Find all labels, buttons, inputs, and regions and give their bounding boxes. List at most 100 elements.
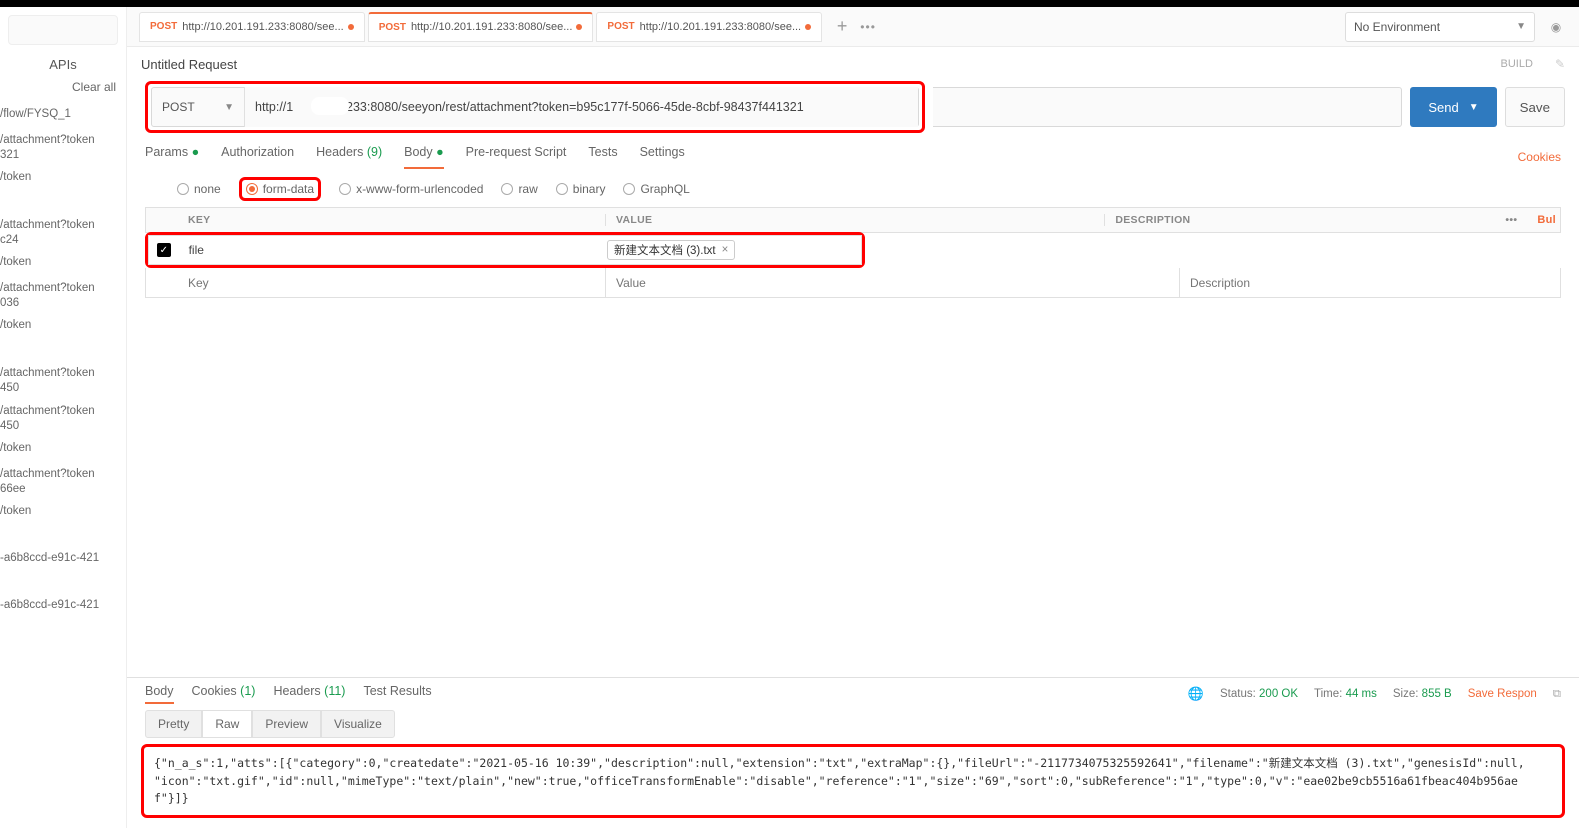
table-row-placeholder xyxy=(145,268,1561,298)
environment-quicklook-icon[interactable]: ◉ xyxy=(1543,14,1569,40)
header-value: VALUE xyxy=(606,214,1105,226)
sidebar-apis-title: APIs xyxy=(0,53,126,76)
radio-binary[interactable]: binary xyxy=(556,182,606,196)
placeholder-value-input[interactable] xyxy=(616,276,1169,290)
tab-label: http://10.201.191.233:8080/see... xyxy=(182,21,343,33)
cookies-link[interactable]: Cookies xyxy=(1518,150,1561,164)
request-tabs-row: POST http://10.201.191.233:8080/see... P… xyxy=(127,7,1579,47)
sidebar-item[interactable]: /token xyxy=(0,313,126,338)
view-pretty[interactable]: Pretty xyxy=(145,710,202,738)
tab-label: http://10.201.191.233:8080/see... xyxy=(640,21,801,33)
table-row-file: ✓ file 新建文本文档 (3).txt × xyxy=(148,235,862,265)
sidebar-item[interactable]: /flow/FYSQ_1 xyxy=(0,102,126,127)
response-body-highlight: {"n_a_s":1,"atts":[{"category":0,"create… xyxy=(141,744,1565,818)
sidebar-item[interactable]: /token xyxy=(0,436,126,461)
sidebar-item[interactable]: /attachment?token c24 xyxy=(0,212,126,250)
content-area: POST http://10.201.191.233:8080/see... P… xyxy=(127,7,1579,828)
tab-body[interactable]: Body ● xyxy=(404,145,444,169)
sidebar: APIs Clear all /flow/FYSQ_1 /attachment?… xyxy=(0,7,127,828)
sidebar-item[interactable]: -a6b8ccd-e91c-421 xyxy=(0,593,126,618)
tab-prerequest-script[interactable]: Pre-request Script xyxy=(466,145,567,169)
sidebar-item[interactable]: -a6b8ccd-e91c-421 xyxy=(0,546,126,571)
unsaved-dot-icon xyxy=(348,24,354,30)
radio-form-data[interactable]: form-data xyxy=(246,182,314,196)
header-key: KEY xyxy=(178,214,606,226)
tab-method: POST xyxy=(379,22,406,33)
sidebar-item[interactable]: /attachment?token 450 xyxy=(0,398,126,436)
view-preview[interactable]: Preview xyxy=(252,710,321,738)
view-visualize[interactable]: Visualize xyxy=(321,710,395,738)
body-dot: ● xyxy=(436,145,444,159)
header-more-icon[interactable]: ••• xyxy=(1485,214,1537,226)
status-value: 200 OK xyxy=(1259,688,1298,700)
build-label[interactable]: BUILD xyxy=(1501,58,1533,70)
method-dropdown[interactable]: POST ▼ xyxy=(152,100,244,114)
resp-tab-cookies[interactable]: Cookies (1) xyxy=(192,684,256,704)
chevron-down-icon: ▼ xyxy=(1469,102,1479,113)
sidebar-search-box[interactable] xyxy=(8,15,118,45)
sidebar-item[interactable]: /attachment?token 450 xyxy=(0,360,126,398)
new-tab-button[interactable]: + xyxy=(829,14,855,40)
more-tabs-button[interactable]: ••• xyxy=(855,14,881,40)
tab-method: POST xyxy=(150,21,177,32)
response-tabs: Body Cookies (1) Headers (11) Test Resul… xyxy=(127,678,1579,710)
tab-settings[interactable]: Settings xyxy=(640,145,685,169)
copy-icon[interactable]: ⧉ xyxy=(1553,688,1561,701)
sidebar-history-list: /flow/FYSQ_1 /attachment?token 321 /toke… xyxy=(0,102,126,828)
resp-tab-test-results[interactable]: Test Results xyxy=(363,684,431,704)
edit-icon[interactable]: ✎ xyxy=(1555,57,1565,71)
request-tab[interactable]: POST http://10.201.191.233:8080/see... xyxy=(139,12,365,42)
radio-graphql[interactable]: GraphQL xyxy=(623,182,689,196)
unsaved-dot-icon xyxy=(805,24,811,30)
send-button[interactable]: Send ▼ xyxy=(1410,87,1496,127)
request-tab-active[interactable]: POST http://10.201.191.233:8080/see... xyxy=(368,12,594,42)
clear-all-link[interactable]: Clear all xyxy=(0,76,126,102)
sidebar-item[interactable]: /attachment?token 66ee xyxy=(0,461,126,499)
radio-none[interactable]: none xyxy=(177,182,221,196)
sidebar-item[interactable]: /attachment?token 036 xyxy=(0,275,126,313)
size-value: 855 B xyxy=(1422,688,1452,700)
row-value[interactable]: 新建文本文档 (3).txt × xyxy=(601,240,861,260)
radio-urlencoded[interactable]: x-www-form-urlencoded xyxy=(339,182,483,196)
placeholder-desc-input[interactable] xyxy=(1190,276,1550,290)
sidebar-item[interactable]: /attachment?token 321 xyxy=(0,127,126,165)
resp-tab-headers[interactable]: Headers (11) xyxy=(273,684,345,704)
remove-file-icon[interactable]: × xyxy=(722,244,729,256)
sidebar-item[interactable]: /token xyxy=(0,250,126,275)
environment-area: No Environment ▼ ◉ xyxy=(1345,12,1569,42)
save-button[interactable]: Save xyxy=(1505,87,1565,127)
header-description: DESCRIPTION xyxy=(1105,214,1485,226)
environment-selector[interactable]: No Environment ▼ xyxy=(1345,12,1535,42)
response-body-text[interactable]: {"n_a_s":1,"atts":[{"category":0,"create… xyxy=(154,755,1552,807)
tab-label: http://10.201.191.233:8080/see... xyxy=(411,21,572,33)
chevron-down-icon: ▼ xyxy=(224,102,234,113)
params-dot: ● xyxy=(192,145,200,159)
network-icon[interactable]: 🌐 xyxy=(1188,686,1204,702)
save-response-link[interactable]: Save Respon xyxy=(1468,688,1537,700)
tab-tests[interactable]: Tests xyxy=(588,145,617,169)
sidebar-item[interactable]: /token xyxy=(0,165,126,190)
resp-tab-body[interactable]: Body xyxy=(145,684,174,704)
send-label: Send xyxy=(1428,100,1458,115)
row-key[interactable]: file xyxy=(179,243,601,257)
tab-params[interactable]: Params ● xyxy=(145,145,199,169)
row-checkbox[interactable]: ✓ xyxy=(149,243,179,257)
environment-label: No Environment xyxy=(1354,20,1440,34)
method-label: POST xyxy=(162,100,195,114)
tab-headers[interactable]: Headers (9) xyxy=(316,145,382,169)
url-mask-overlay xyxy=(311,97,349,115)
tab-authorization[interactable]: Authorization xyxy=(221,145,294,169)
request-tab[interactable]: POST http://10.201.191.233:8080/see... xyxy=(596,12,822,42)
placeholder-key-input[interactable] xyxy=(188,276,595,290)
file-chip[interactable]: 新建文本文档 (3).txt × xyxy=(607,240,735,260)
view-raw[interactable]: Raw xyxy=(202,710,252,738)
request-title: Untitled Request xyxy=(141,57,237,72)
file-chip-name: 新建文本文档 (3).txt xyxy=(614,242,716,258)
url-input-extension[interactable] xyxy=(933,87,1402,127)
bulk-edit-link[interactable]: Bul xyxy=(1537,214,1560,226)
request-title-row: Untitled Request BUILD ✎ xyxy=(127,47,1579,81)
window-topbar xyxy=(0,0,1579,7)
radio-raw[interactable]: raw xyxy=(501,182,537,196)
main-layout: APIs Clear all /flow/FYSQ_1 /attachment?… xyxy=(0,7,1579,828)
sidebar-item[interactable]: /token xyxy=(0,499,126,524)
